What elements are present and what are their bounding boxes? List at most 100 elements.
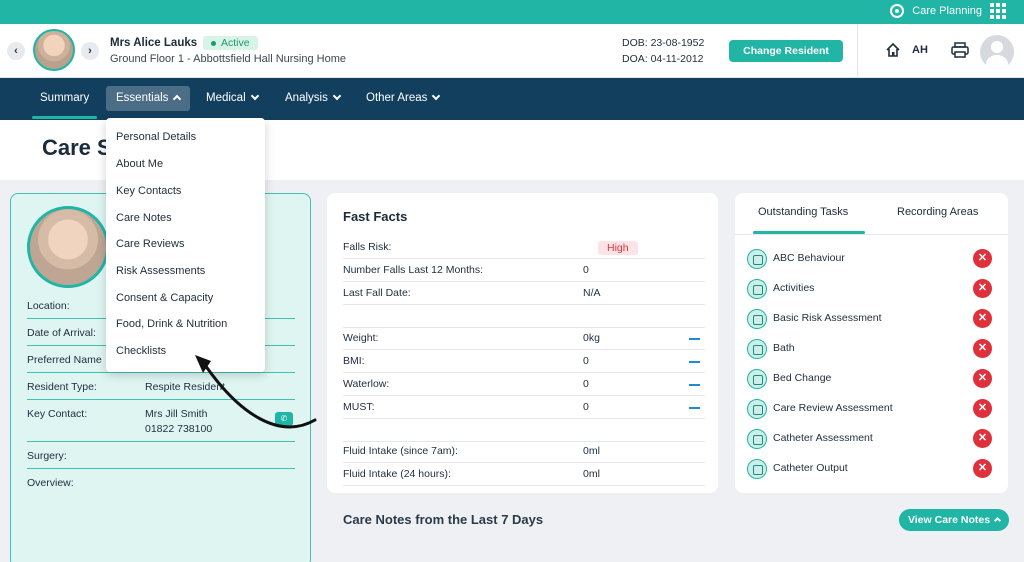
task-icon [747, 399, 767, 419]
menu-item-consent-capacity[interactable]: Consent & Capacity [116, 292, 213, 304]
task-item[interactable]: Basic Risk Assessment ✕ [747, 307, 995, 331]
fact-row-spacer [343, 306, 705, 328]
close-icon[interactable]: ✕ [973, 399, 992, 418]
task-item[interactable]: Bath ✕ [747, 337, 995, 361]
fact-row-spacer [343, 420, 705, 442]
fact-row-number-falls: Number Falls Last 12 Months: 0 [343, 260, 705, 282]
fact-row-fluid-24h: Fluid Intake (24 hours): 0ml [343, 464, 705, 486]
user-avatar-icon[interactable] [980, 35, 1014, 69]
menu-item-key-contacts[interactable]: Key Contacts [116, 185, 181, 197]
trend-icon [689, 338, 700, 340]
close-icon[interactable]: ✕ [973, 459, 992, 478]
view-care-notes-button[interactable]: View Care Notes [899, 509, 1009, 531]
surgery-label: Surgery: [27, 450, 67, 462]
fast-facts-card: Fast Facts Falls Risk: High Number Falls… [327, 193, 718, 493]
trend-icon [689, 361, 700, 363]
close-icon[interactable]: ✕ [973, 309, 992, 328]
task-icon [747, 369, 767, 389]
resident-type-label: Resident Type: [27, 381, 97, 393]
resident-header: ‹ › Mrs Alice Lauks Active Ground Floor … [0, 24, 1024, 78]
fact-row-bmi: BMI: 0 [343, 351, 705, 373]
tab-recording-areas[interactable]: Recording Areas [897, 206, 978, 218]
tab-summary[interactable]: Summary [30, 86, 99, 119]
care-notes-title: Care Notes from the Last 7 Days [343, 512, 544, 527]
location-label: Location: [27, 300, 70, 312]
user-initials[interactable]: AH [912, 44, 928, 56]
task-item[interactable]: Care Review Assessment ✕ [747, 397, 995, 421]
home-icon[interactable] [885, 42, 901, 58]
chevron-down-icon [250, 91, 259, 101]
header-divider [857, 24, 858, 78]
gear-icon[interactable] [890, 4, 905, 18]
print-icon[interactable] [951, 42, 969, 58]
date-of-arrival: DOA: 04-11-2012 [622, 53, 704, 65]
fact-row-waterlow: Waterlow: 0 [343, 374, 705, 396]
date-of-birth: DOB: 23-08-1952 [622, 37, 705, 49]
chevron-up-icon [994, 516, 1002, 525]
close-icon[interactable]: ✕ [973, 429, 992, 448]
fact-row-must: MUST: 0 [343, 397, 705, 419]
resident-photo [27, 206, 109, 288]
care-planning-menu[interactable]: Care Planning [890, 3, 1006, 19]
tab-essentials[interactable]: Essentials [106, 86, 191, 111]
tab-analysis[interactable]: Analysis [275, 86, 350, 111]
fact-row-last-fall-date: Last Fall Date: N/A [343, 283, 705, 305]
menu-item-food-drink-nutrition[interactable]: Food, Drink & Nutrition [116, 318, 227, 330]
task-icon [747, 339, 767, 359]
change-resident-button[interactable]: Change Resident [729, 40, 843, 62]
tab-medical[interactable]: Medical [196, 86, 268, 111]
preferred-name-label: Preferred Name [27, 354, 102, 366]
task-item[interactable]: Activities ✕ [747, 277, 995, 301]
next-resident-button[interactable]: › [81, 42, 99, 60]
menu-item-checklists[interactable]: Checklists [116, 345, 166, 357]
tab-outstanding-tasks[interactable]: Outstanding Tasks [758, 206, 848, 218]
chevron-down-icon [432, 91, 441, 101]
divider [735, 234, 1008, 235]
apps-grid-icon[interactable] [990, 3, 1006, 19]
essentials-dropdown-menu: Personal Details About Me Key Contacts C… [106, 118, 265, 372]
date-of-arrival-label: Date of Arrival: [27, 327, 96, 339]
annotation-arrow [195, 355, 317, 429]
chevron-down-icon [332, 91, 342, 101]
close-icon[interactable]: ✕ [973, 279, 992, 298]
tab-other-areas[interactable]: Other Areas [356, 86, 449, 111]
task-icon [747, 459, 767, 479]
chevron-up-icon [173, 94, 182, 104]
trend-icon [689, 384, 700, 386]
fact-row-weight: Weight: 0kg [343, 328, 705, 350]
resident-avatar [33, 29, 75, 71]
task-icon [747, 429, 767, 449]
task-icon [747, 309, 767, 329]
care-planning-label[interactable]: Care Planning [912, 5, 982, 17]
close-icon[interactable]: ✕ [973, 369, 992, 388]
task-item[interactable]: ABC Behaviour ✕ [747, 247, 995, 271]
fast-facts-title: Fast Facts [343, 209, 408, 224]
task-icon [747, 279, 767, 299]
fact-row-falls-risk: Falls Risk: High [343, 237, 705, 259]
trend-icon [689, 407, 700, 409]
page-title: Care S [42, 135, 112, 160]
menu-item-personal-details[interactable]: Personal Details [116, 131, 196, 143]
resident-name: Mrs Alice Lauks [110, 37, 198, 49]
menu-item-care-reviews[interactable]: Care Reviews [116, 238, 184, 250]
resident-location: Ground Floor 1 - Abbottsfield Hall Nursi… [110, 53, 346, 65]
previous-resident-button[interactable]: ‹ [7, 42, 25, 60]
menu-item-care-notes[interactable]: Care Notes [116, 212, 172, 224]
close-icon[interactable]: ✕ [973, 339, 992, 358]
menu-item-risk-assessments[interactable]: Risk Assessments [116, 265, 205, 277]
menu-item-about-me[interactable]: About Me [116, 158, 163, 170]
task-item[interactable]: Bed Change ✕ [747, 367, 995, 391]
divider [27, 468, 295, 469]
task-item[interactable]: Catheter Assessment ✕ [747, 427, 995, 451]
divider [27, 441, 295, 442]
fact-row-fluid-since-7am: Fluid Intake (since 7am): 0ml [343, 441, 705, 463]
task-item[interactable]: Catheter Output ✕ [747, 457, 995, 481]
status-badge: Active [203, 36, 258, 50]
top-bar: Care Planning [0, 0, 1024, 24]
tasks-card: Outstanding Tasks Recording Areas ABC Be… [735, 193, 1008, 493]
close-icon[interactable]: ✕ [973, 249, 992, 268]
main-nav: Summary Essentials Medical Analysis Othe… [0, 78, 1024, 120]
falls-risk-badge: High [598, 241, 638, 255]
overview-label: Overview: [27, 477, 74, 489]
key-contact-label: Key Contact: [27, 408, 88, 420]
